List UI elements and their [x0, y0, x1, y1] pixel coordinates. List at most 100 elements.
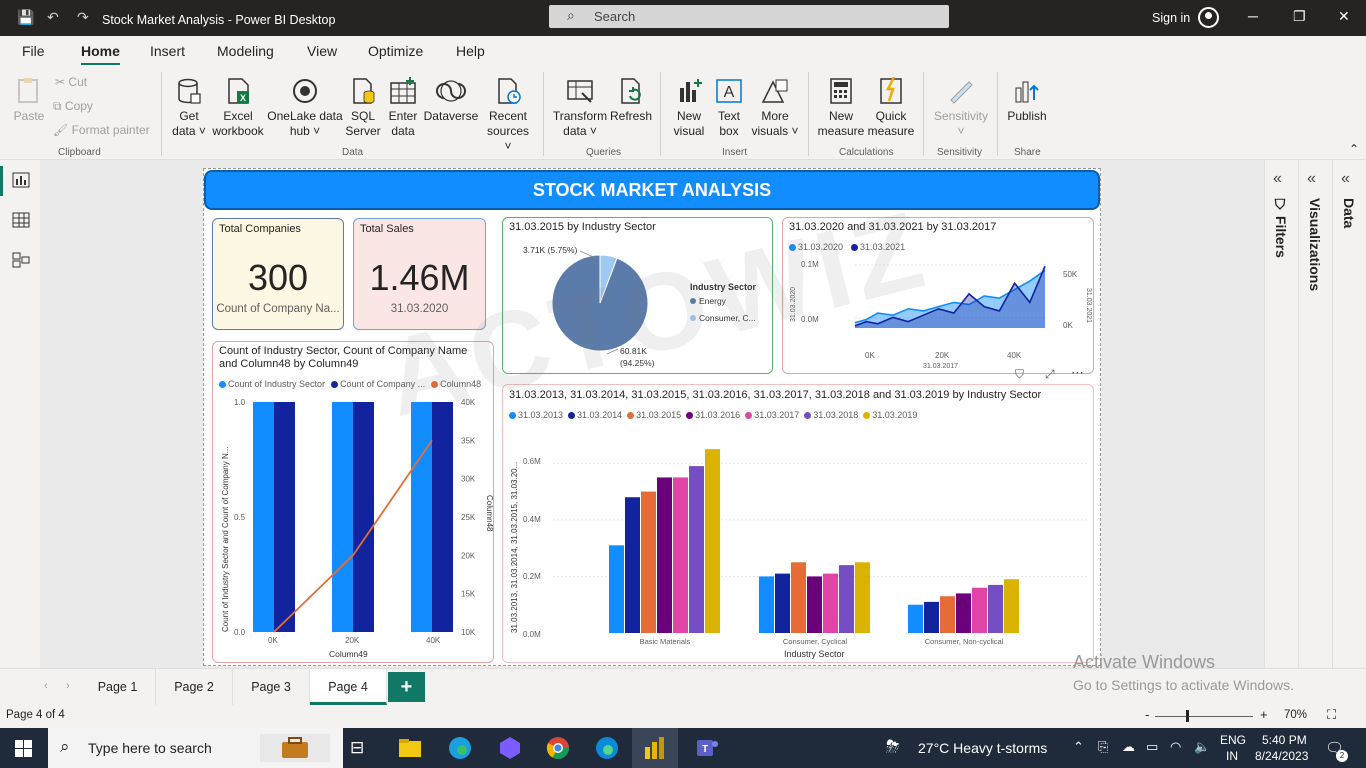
excel-workbook-button[interactable]: X Excel workbook — [210, 76, 266, 139]
new-measure-button[interactable]: New measure — [816, 76, 866, 139]
report-view-icon[interactable] — [12, 172, 30, 188]
taskbar-search[interactable]: ⌕ Type here to search — [48, 728, 343, 768]
clock-date[interactable]: 8/24/2023 — [1255, 749, 1308, 763]
kpi-total-companies-card[interactable]: Total Companies 300 Count of Company Na.… — [212, 218, 344, 330]
search-box[interactable]: ⌕ Search — [549, 5, 949, 28]
cut-button[interactable]: ✂ Cut — [55, 75, 87, 89]
maximize-icon[interactable]: ❐ — [1293, 8, 1306, 25]
undo-icon[interactable]: ↶ — [47, 9, 59, 26]
zoom-in-icon[interactable]: + — [1260, 707, 1268, 722]
onelake-label-1: OneLake data — [267, 109, 343, 123]
language-region[interactable]: IN — [1226, 749, 1238, 763]
sensitivity-button[interactable]: Sensitivity ˅ — [930, 76, 992, 139]
zoom-slider[interactable] — [1155, 716, 1253, 717]
expand-visualizations-icon[interactable]: « — [1307, 170, 1316, 188]
clustered-column-visual[interactable]: 31.03.2013, 31.03.2014, 31.03.2015, 31.0… — [502, 365, 1094, 663]
tab-insert[interactable]: Insert — [150, 43, 185, 59]
kpi-subtitle: 31.03.2020 — [390, 303, 449, 315]
filters-pane-collapsed[interactable]: « ⛉ Filters — [1264, 160, 1300, 668]
new-visual-button[interactable]: New visual — [670, 76, 708, 139]
tab-view[interactable]: View — [307, 43, 337, 59]
y-left-tick: 0.1M — [801, 260, 819, 269]
tab-modeling[interactable]: Modeling — [217, 43, 274, 59]
weather-icon[interactable]: ⛈ — [886, 737, 900, 757]
onedrive-icon[interactable]: ☁ — [1122, 739, 1135, 755]
copy-button[interactable]: ⧉ Copy — [53, 99, 93, 114]
task-view-icon[interactable]: ⊟ — [350, 738, 364, 758]
paste-button[interactable]: Paste — [12, 76, 46, 124]
transform-data-button[interactable]: Transform data ˅ — [552, 76, 608, 139]
meet-now-icon[interactable]: ⎘ — [1098, 739, 1108, 755]
combo-chart-visual[interactable]: Count of Industry Sector, Count of Compa… — [212, 341, 494, 663]
more-visuals-label-2: visuals — [751, 124, 789, 138]
ribbon: Paste ✂ Cut ⧉ Copy 🖌 Format painter Clip… — [0, 68, 1366, 160]
battery-icon[interactable]: ▭ — [1146, 739, 1158, 755]
prev-page-icon[interactable]: ‹ — [44, 680, 48, 692]
onelake-button[interactable]: OneLake data hub ˅ — [267, 76, 343, 139]
enter-data-button[interactable]: Enter data — [384, 76, 422, 139]
focus-mode-icon[interactable]: ⤢ — [1045, 367, 1055, 382]
y-tick: 0.4M — [523, 515, 541, 524]
text-box-button[interactable]: A Text box — [710, 76, 748, 139]
recent-sources-button[interactable]: Recent sources ˅ — [482, 76, 534, 154]
y-right-tick: 20K — [461, 551, 476, 560]
pie-chart-visual[interactable]: 31.03.2015 by Industry Sector 3.71K (5.7… — [502, 217, 773, 374]
edge-icon[interactable] — [447, 735, 473, 761]
filter-icon[interactable]: ⛉ — [1015, 367, 1024, 382]
clock-time[interactable]: 5:40 PM — [1262, 733, 1307, 747]
volume-icon[interactable]: 🔈 — [1194, 739, 1210, 755]
y-tick: 0.6M — [523, 457, 541, 466]
page-tab-1[interactable]: Page 1 — [80, 669, 156, 705]
more-visuals-button[interactable]: More visuals ˅ — [750, 76, 800, 139]
next-page-icon[interactable]: › — [66, 680, 70, 692]
tab-optimize[interactable]: Optimize — [368, 43, 423, 59]
sign-in-link[interactable]: Sign in — [1152, 11, 1190, 25]
zoom-out-icon[interactable]: - — [1145, 707, 1149, 722]
chrome-icon[interactable] — [545, 735, 571, 761]
collapse-ribbon-icon[interactable]: ⌃ — [1349, 142, 1359, 156]
data-pane-collapsed[interactable]: « Data — [1332, 160, 1366, 668]
tab-help[interactable]: Help — [456, 43, 485, 59]
fit-to-page-icon[interactable]: ⛶ — [1327, 707, 1336, 723]
close-icon[interactable]: ✕ — [1338, 8, 1350, 25]
kpi-total-sales-card[interactable]: Total Sales 1.46M 31.03.2020 — [353, 218, 486, 330]
more-options-icon[interactable]: ⋯ — [1071, 365, 1084, 381]
table-view-icon[interactable] — [12, 212, 30, 228]
sql-server-button[interactable]: SQL Server — [343, 76, 383, 139]
page-tab-4[interactable]: Page 4 — [310, 669, 387, 705]
expand-data-icon[interactable]: « — [1341, 170, 1350, 188]
teams-icon[interactable]: T — [694, 735, 720, 761]
minimize-icon[interactable]: ─ — [1248, 8, 1258, 24]
model-view-icon[interactable] — [12, 252, 30, 268]
powerbi-taskbar-button[interactable] — [632, 728, 678, 768]
visualizations-pane-collapsed[interactable]: « Visualizations — [1298, 160, 1332, 668]
show-hidden-icons-icon[interactable]: ⌃ — [1073, 739, 1084, 755]
page-tab-2[interactable]: Page 2 — [156, 669, 233, 705]
area-chart-visual[interactable]: 31.03.2020 and 31.03.2021 by 31.03.2017 … — [782, 217, 1094, 374]
format-painter-button[interactable]: 🖌 Format painter — [53, 123, 150, 137]
y-axis-label: 31.03.2013, 31.03.2014, 31.03.2015, 31.0… — [510, 462, 519, 633]
copilot-icon[interactable] — [497, 735, 523, 761]
publish-button[interactable]: Publish — [1005, 76, 1049, 124]
expand-filters-icon[interactable]: « — [1273, 170, 1282, 188]
dataverse-button[interactable]: Dataverse — [422, 76, 480, 124]
windows-start-icon[interactable] — [15, 740, 32, 757]
pie-chart-svg: 3.71K (5.75%) 60.81K (94.25%) Industry S… — [523, 245, 757, 368]
add-page-button[interactable]: + — [388, 672, 425, 702]
get-data-button[interactable]: Get data ˅ — [168, 76, 210, 139]
language-primary[interactable]: ENG — [1220, 733, 1246, 747]
sensitivity-label: Sensitivity — [933, 109, 989, 123]
refresh-button[interactable]: Refresh — [608, 76, 654, 124]
page-tab-3[interactable]: Page 3 — [233, 669, 310, 705]
wifi-icon[interactable]: ◠ — [1170, 739, 1181, 755]
edge-dev-icon[interactable] — [594, 735, 620, 761]
save-icon[interactable]: 💾 — [17, 9, 34, 26]
weather-text[interactable]: 27°C Heavy t-storms — [918, 740, 1047, 756]
redo-icon[interactable]: ↷ — [77, 9, 89, 26]
account-icon[interactable] — [1198, 7, 1219, 28]
tab-file[interactable]: File — [22, 43, 45, 59]
zoom-slider-thumb[interactable] — [1186, 710, 1189, 722]
tab-home[interactable]: Home — [81, 43, 120, 65]
quick-measure-button[interactable]: Quick measure — [866, 76, 916, 139]
file-explorer-icon[interactable] — [397, 735, 423, 761]
